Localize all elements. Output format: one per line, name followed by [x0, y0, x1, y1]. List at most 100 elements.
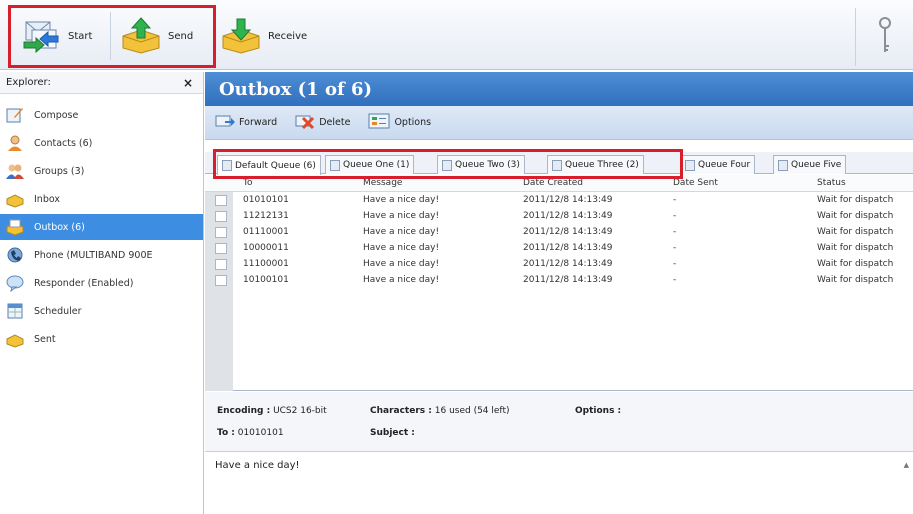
tab-label: Default Queue (6): [235, 160, 316, 171]
cell-message: Have a nice day!: [363, 275, 440, 285]
key-icon: [877, 16, 893, 59]
characters-label: Characters :: [370, 406, 432, 416]
cell-date-sent: -: [673, 211, 677, 221]
row-checkbox[interactable]: [215, 275, 227, 286]
outbox-icon: [6, 218, 24, 236]
characters-field: Characters : 16 used (54 left): [370, 406, 509, 416]
tab-queue-five[interactable]: Queue Five: [773, 155, 847, 174]
column-header[interactable]: Status: [817, 178, 846, 188]
sidebar-item-outbox[interactable]: Outbox (6): [0, 214, 203, 240]
cell-to: 10000011: [243, 243, 289, 253]
cell-message: Have a nice day!: [363, 195, 440, 205]
cell-date-created: 2011/12/8 14:13:49: [523, 211, 613, 221]
table-row[interactable]: 10000011 Have a nice day! 2011/12/8 14:1…: [205, 241, 913, 256]
subject-label: Subject :: [370, 428, 415, 438]
send-button[interactable]: Send: [114, 13, 208, 59]
toolbar: Start Send Receive: [0, 0, 913, 70]
tab-queue-two[interactable]: Queue Two (3): [437, 155, 525, 174]
row-checkbox[interactable]: [215, 195, 227, 206]
send-icon: [120, 16, 162, 57]
cell-message: Have a nice day!: [363, 211, 440, 221]
cell-to: 01010101: [243, 195, 289, 205]
column-header[interactable]: To: [243, 178, 252, 188]
to-label: To :: [217, 428, 235, 438]
forward-icon: [215, 112, 235, 133]
key-button[interactable]: [855, 8, 913, 66]
column-header[interactable]: Message: [363, 178, 402, 188]
column-header[interactable]: Date Sent: [673, 178, 718, 188]
receive-button[interactable]: Receive: [214, 13, 324, 59]
queue-icon: [442, 159, 452, 171]
table-row[interactable]: 01110001 Have a nice day! 2011/12/8 14:1…: [205, 225, 913, 240]
cell-date-created: 2011/12/8 14:13:49: [523, 227, 613, 237]
queue-icon: [685, 159, 695, 171]
sidebar-item-label: Groups (3): [34, 165, 85, 177]
tab-default-queue[interactable]: Default Queue (6): [217, 155, 321, 175]
tab-queue-four[interactable]: Queue Four: [680, 155, 756, 174]
table-row[interactable]: 10100101 Have a nice day! 2011/12/8 14:1…: [205, 273, 913, 288]
compose-icon: [6, 106, 24, 124]
options-label: Options: [394, 117, 432, 128]
start-button[interactable]: Start: [14, 13, 108, 59]
row-checkbox[interactable]: [215, 259, 227, 270]
tab-label: Queue Four: [698, 160, 751, 170]
outbox-table: To Message Date Created Date Sent Status…: [205, 175, 913, 391]
cell-to: 10100101: [243, 275, 289, 285]
tab-queue-three[interactable]: Queue Three (2): [547, 155, 644, 174]
sidebar-item-label: Sent: [34, 333, 56, 345]
sidebar-item-sent[interactable]: Sent: [0, 326, 203, 352]
tab-label: Queue One (1): [343, 160, 410, 170]
sidebar-item-inbox[interactable]: Inbox: [0, 186, 203, 212]
phone-icon: [6, 246, 24, 264]
options-button[interactable]: Options: [368, 112, 431, 133]
sidebar-item-label: Outbox (6): [34, 221, 85, 233]
cell-to: 11212131: [243, 211, 289, 221]
explorer-panel: Explorer: × Compose Contacts (6) Groups …: [0, 72, 204, 514]
queue-icon: [778, 159, 788, 171]
main-panel: Outbox (1 of 6) Forward Delete Options D…: [205, 72, 913, 514]
encoding-label: Encoding :: [217, 406, 271, 416]
delete-label: Delete: [319, 117, 351, 128]
sidebar-item-groups[interactable]: Groups (3): [0, 158, 203, 184]
sidebar-item-compose[interactable]: Compose: [0, 102, 203, 128]
forward-button[interactable]: Forward: [215, 112, 277, 133]
sidebar-item-contacts[interactable]: Contacts (6): [0, 130, 203, 156]
toolbar-divider: [110, 12, 111, 60]
sidebar-item-scheduler[interactable]: Scheduler: [0, 298, 203, 324]
column-header[interactable]: Date Created: [523, 178, 583, 188]
page-title: Outbox (1 of 6): [205, 72, 913, 106]
table-row[interactable]: 11100001 Have a nice day! 2011/12/8 14:1…: [205, 257, 913, 272]
table-header: To Message Date Created Date Sent Status: [205, 175, 913, 192]
message-body[interactable]: Have a nice day! ▲: [205, 453, 913, 514]
sidebar-item-responder[interactable]: Responder (Enabled): [0, 270, 203, 296]
delete-button[interactable]: Delete: [295, 112, 350, 133]
cell-date-created: 2011/12/8 14:13:49: [523, 243, 613, 253]
tab-queue-one[interactable]: Queue One (1): [325, 155, 415, 174]
cell-status: Wait for dispatch: [817, 211, 894, 221]
row-checkbox[interactable]: [215, 211, 227, 222]
to-value: 01010101: [237, 428, 284, 438]
table-row[interactable]: 01010101 Have a nice day! 2011/12/8 14:1…: [205, 193, 913, 208]
explorer-close-icon[interactable]: ×: [183, 76, 193, 90]
subject-field: Subject :: [370, 428, 415, 438]
options-icon: [368, 112, 390, 133]
cell-date-created: 2011/12/8 14:13:49: [523, 275, 613, 285]
table-row[interactable]: 11212131 Have a nice day! 2011/12/8 14:1…: [205, 209, 913, 224]
cell-date-created: 2011/12/8 14:13:49: [523, 259, 613, 269]
scroll-up-icon[interactable]: ▲: [904, 461, 909, 469]
queue-icon: [552, 159, 562, 171]
row-checkbox[interactable]: [215, 227, 227, 238]
message-body-text: Have a nice day!: [215, 460, 300, 471]
scheduler-icon: [6, 302, 24, 320]
sidebar-item-label: Scheduler: [34, 305, 82, 317]
sidebar-item-phone[interactable]: Phone (MULTIBAND 900E: [0, 242, 203, 268]
groups-icon: [6, 162, 24, 180]
row-checkbox[interactable]: [215, 243, 227, 254]
cell-status: Wait for dispatch: [817, 227, 894, 237]
cell-to: 11100001: [243, 259, 289, 269]
options-field-label: Options :: [575, 406, 622, 416]
sidebar-item-label: Responder (Enabled): [34, 277, 134, 289]
start-label: Start: [68, 30, 93, 42]
cell-date-sent: -: [673, 243, 677, 253]
receive-icon: [220, 16, 262, 57]
